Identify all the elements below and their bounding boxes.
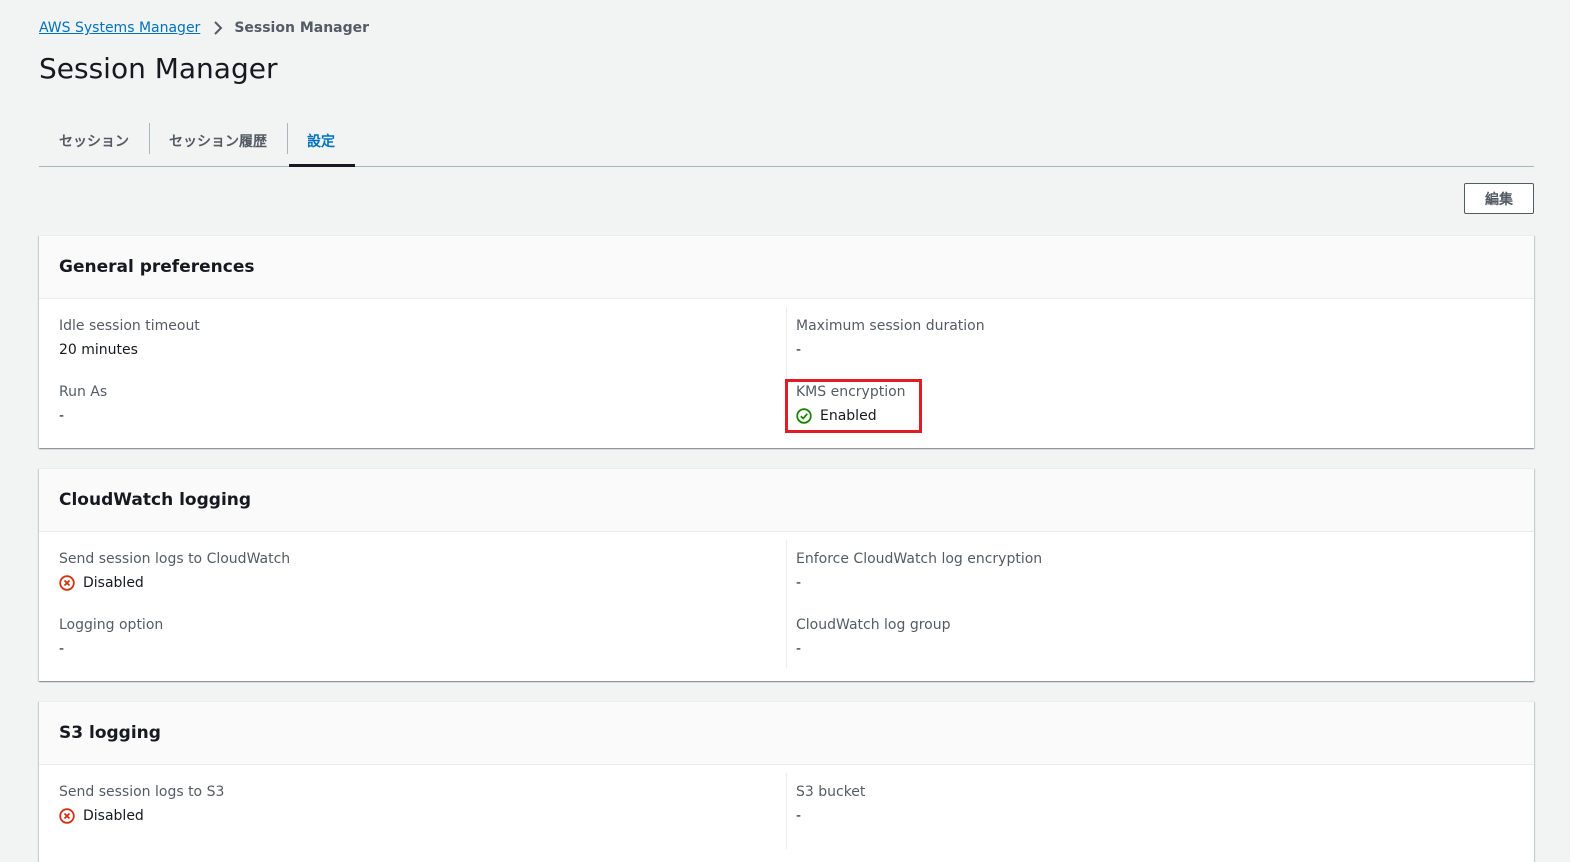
panel-title: General preferences [59,257,255,277]
cloudwatch-send-logs-value: Disabled [83,575,144,591]
panel-body: Send session logs to S3 Disabled S3 buck… [39,765,1534,861]
logging-option-label: Logging option [59,617,164,633]
run-as-label: Run As [59,384,108,400]
idle-timeout-value: 20 minutes [59,342,138,358]
edit-button[interactable]: 編集 [1464,183,1534,214]
page-title: Session Manager [39,52,278,85]
max-duration-field: Maximum session duration - [796,317,985,359]
x-circle-icon [59,575,75,591]
logging-option-value: - [59,641,65,657]
s3-bucket-value: - [796,808,802,824]
log-group-field: CloudWatch log group - [796,616,950,658]
column-divider [786,773,787,849]
tab-session-history[interactable]: セッション履歴 [149,115,287,166]
s3-logging-panel: S3 logging Send session logs to S3 Disab… [39,701,1534,862]
panel-body: Send session logs to CloudWatch Disabled… [39,532,1534,680]
cloudwatch-send-logs-status: Disabled [59,574,290,592]
log-group-label: CloudWatch log group [796,617,951,633]
s3-bucket-label: S3 bucket [796,784,866,800]
tab-list: セッション セッション履歴 設定 [39,115,1534,167]
cloudwatch-send-logs-label: Send session logs to CloudWatch [59,551,291,567]
panel-header: CloudWatch logging [39,469,1534,532]
s3-send-logs-value: Disabled [83,808,144,824]
max-duration-label: Maximum session duration [796,318,985,334]
idle-timeout-label: Idle session timeout [59,318,200,334]
max-duration-value: - [796,342,802,358]
panel-title: S3 logging [59,723,161,743]
cloudwatch-send-logs-field: Send session logs to CloudWatch Disabled [59,550,290,592]
panel-header: General preferences [39,236,1534,299]
logging-option-field: Logging option - [59,616,163,658]
s3-bucket-field: S3 bucket - [796,783,865,825]
panel-title: CloudWatch logging [59,490,252,510]
tab-sessions[interactable]: セッション [39,115,149,166]
breadcrumb-link-systems-manager[interactable]: AWS Systems Manager [39,20,200,36]
run-as-field: Run As - [59,383,107,425]
panel-header: S3 logging [39,702,1534,765]
log-group-value: - [796,641,802,657]
s3-send-logs-status: Disabled [59,807,224,825]
idle-timeout-field: Idle session timeout 20 minutes [59,317,200,359]
run-as-value: - [59,408,65,424]
enforce-encryption-value: - [796,575,802,591]
x-circle-icon [59,808,75,824]
chevron-right-icon [208,18,228,38]
s3-send-logs-label: Send session logs to S3 [59,784,225,800]
enforce-encryption-label: Enforce CloudWatch log encryption [796,551,1043,567]
enforce-encryption-field: Enforce CloudWatch log encryption - [796,550,1042,592]
breadcrumb: AWS Systems Manager Session Manager [39,18,369,38]
breadcrumb-current: Session Manager [234,20,370,36]
tab-preferences[interactable]: 設定 [287,115,355,167]
s3-send-logs-field: Send session logs to S3 Disabled [59,783,224,825]
cloudwatch-logging-panel: CloudWatch logging Send session logs to … [39,468,1534,681]
highlight-box [785,379,922,433]
column-divider [786,540,787,668]
